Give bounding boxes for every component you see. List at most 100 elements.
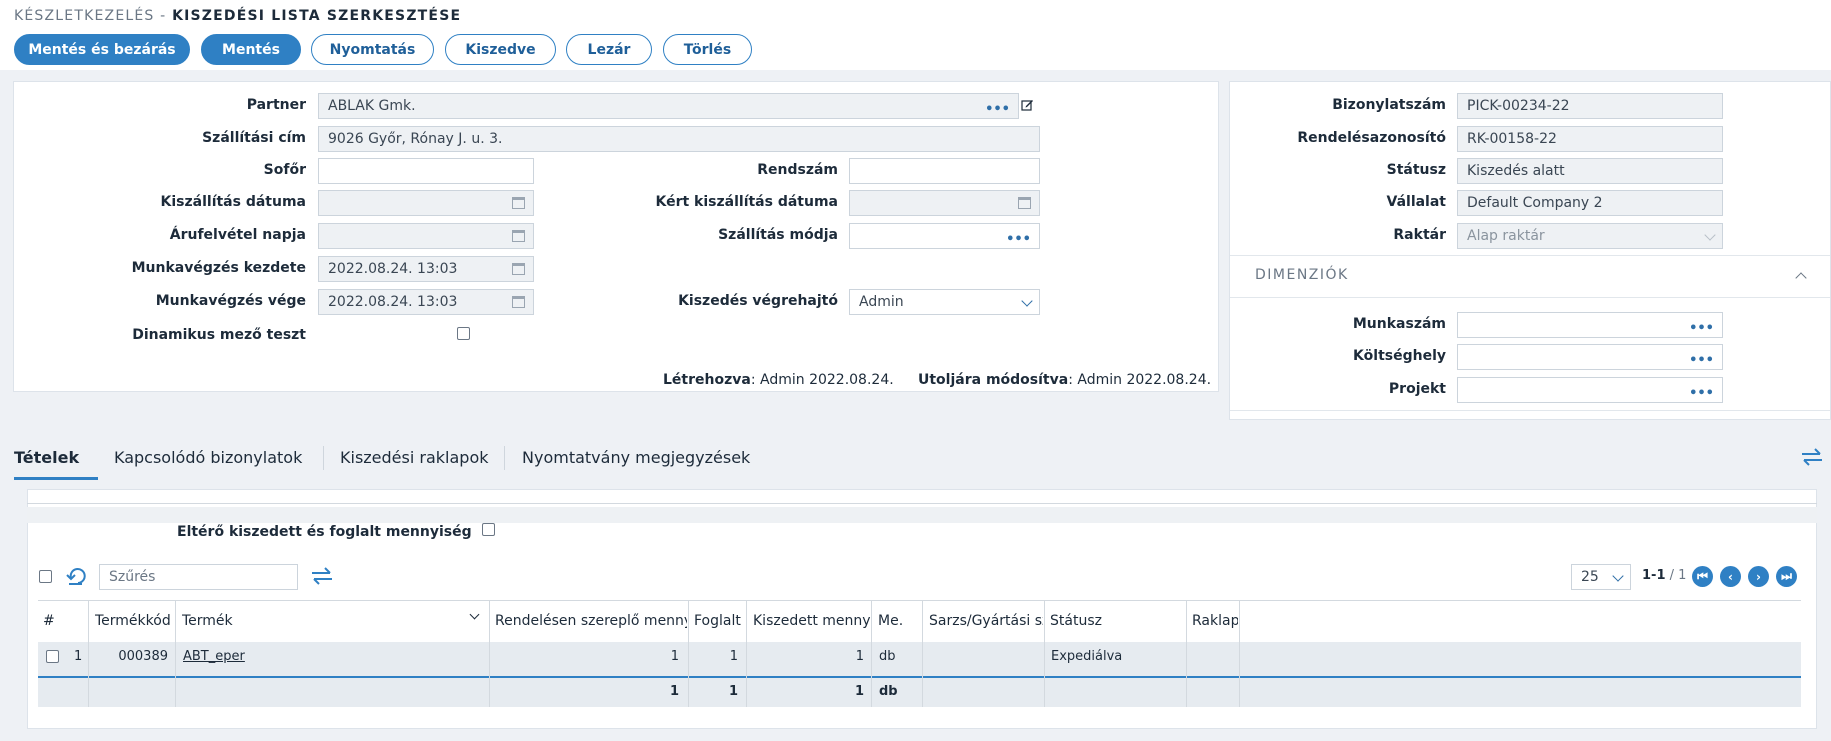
calendar-icon[interactable]	[512, 197, 525, 209]
more-dots-icon[interactable]: •••	[1689, 322, 1714, 335]
plate-label: Rendszám	[757, 162, 838, 178]
calendar-icon[interactable]	[512, 263, 525, 275]
job-input[interactable]: •••	[1457, 312, 1723, 338]
delete-button[interactable]: Törlés	[663, 34, 752, 65]
col-separator	[1239, 601, 1240, 707]
select-all-checkbox[interactable]	[39, 570, 52, 583]
page-size-value: 25	[1581, 569, 1599, 585]
partner-field[interactable]: ABLAK Gmk. •••	[318, 93, 1019, 119]
picked-button[interactable]: Kiszedve	[445, 34, 556, 65]
pager-range: 1-1	[1642, 568, 1666, 583]
project-label: Projekt	[1388, 381, 1446, 397]
calendar-icon[interactable]	[512, 296, 525, 308]
status-field: Kiszedés alatt	[1457, 158, 1723, 184]
doc-no-label: Bizonylatszám	[1332, 97, 1446, 113]
chevron-down-icon	[1704, 229, 1716, 241]
col-separator	[175, 601, 176, 707]
order-id-label: Rendelésazonosító	[1297, 130, 1446, 146]
total-unit: db	[879, 684, 898, 699]
requested-date-input[interactable]	[849, 190, 1040, 216]
col-pallet[interactable]: Raklap	[1192, 613, 1238, 629]
row-product-link[interactable]: ABT_eper	[183, 649, 245, 664]
work-end-label: Munkavégzés vége	[155, 293, 306, 309]
pickup-day-input[interactable]	[318, 223, 534, 249]
work-start-label: Munkavégzés kezdete	[131, 260, 306, 276]
calendar-icon[interactable]	[1018, 197, 1031, 209]
breadcrumb-parent[interactable]: KÉSZLETKEZELÉS -	[14, 8, 166, 24]
tab-related-documents[interactable]: Kapcsolódó bizonylatok	[114, 448, 302, 467]
col-batch[interactable]: Sarzs/Gyártási sz	[929, 613, 1043, 629]
save-button[interactable]: Mentés	[201, 34, 301, 65]
col-ordered-qty[interactable]: Rendelésen szereplő menny	[495, 613, 687, 629]
created-value: : Admin 2022.08.24.	[750, 372, 894, 388]
more-dots-icon[interactable]: •••	[1689, 387, 1714, 400]
active-tab-indicator	[14, 477, 98, 480]
delivery-date-input[interactable]	[318, 190, 534, 216]
company-label: Vállalat	[1386, 194, 1447, 210]
divider	[1230, 297, 1830, 298]
cost-center-label: Költséghely	[1353, 348, 1446, 364]
modified-value: : Admin 2022.08.24.	[1068, 372, 1212, 388]
work-start-input[interactable]: 2022.08.24. 13:03	[318, 256, 534, 282]
picker-value: Admin	[859, 294, 904, 310]
col-status[interactable]: Státusz	[1050, 613, 1102, 629]
last-page-button[interactable]: ⏭	[1776, 566, 1797, 587]
calendar-icon[interactable]	[512, 230, 525, 242]
job-label: Munkaszám	[1352, 316, 1446, 332]
pickup-day-label: Árufelvétel napja	[169, 227, 306, 243]
col-separator	[746, 601, 747, 707]
first-page-button[interactable]: ⏮	[1692, 566, 1713, 587]
address-label: Szállítási cím	[202, 130, 306, 146]
more-dots-icon[interactable]: •••	[1006, 233, 1031, 246]
table-row[interactable]	[38, 642, 1801, 676]
row-ordered: 1	[670, 649, 679, 664]
partner-label: Partner	[246, 97, 306, 113]
col-no[interactable]: #	[43, 613, 55, 629]
dynamic-field-checkbox[interactable]	[457, 327, 470, 340]
col-separator	[1186, 601, 1187, 707]
prev-page-button[interactable]: ‹	[1720, 566, 1741, 587]
edit-icon[interactable]	[1021, 98, 1034, 111]
page-size-select[interactable]: 25	[1571, 564, 1631, 590]
more-dots-icon[interactable]: •••	[1689, 354, 1714, 367]
grid-top-line	[38, 600, 1801, 601]
picker-select[interactable]: Admin	[849, 289, 1040, 315]
close-document-button[interactable]: Lezár	[566, 34, 652, 65]
shipping-mode-input[interactable]: •••	[849, 223, 1040, 249]
pager-total: / 1	[1669, 568, 1687, 583]
save-and-close-button[interactable]: Mentés és bezárás	[14, 34, 190, 65]
swap-arrows-icon[interactable]	[310, 566, 334, 586]
cost-center-input[interactable]: •••	[1457, 344, 1723, 370]
warehouse-select: Alap raktár	[1457, 223, 1723, 249]
col-reserved[interactable]: Foglalt	[694, 613, 744, 629]
refresh-icon[interactable]	[66, 566, 88, 586]
driver-input[interactable]	[318, 158, 534, 184]
col-product[interactable]: Termék	[182, 613, 233, 629]
more-dots-icon[interactable]: •••	[985, 103, 1010, 116]
next-page-button[interactable]: ›	[1748, 566, 1769, 587]
tab-separator	[504, 446, 505, 470]
col-unit[interactable]: Me.	[878, 613, 903, 629]
picker-label: Kiszedés végrehajtó	[678, 293, 838, 309]
page-title: KISZEDÉSI LISTA SZERKESZTÉSE	[172, 8, 462, 24]
col-separator	[871, 601, 872, 707]
swap-arrows-icon[interactable]	[1800, 447, 1824, 467]
address-field[interactable]: 9026 Győr, Rónay J. u. 3.	[318, 126, 1040, 152]
col-separator	[489, 601, 490, 707]
filter-input[interactable]: Szűrés	[99, 564, 298, 590]
total-picked: 1	[854, 684, 864, 699]
work-start-value: 2022.08.24. 13:03	[328, 261, 458, 277]
col-picked-qty[interactable]: Kiszedett menny	[753, 613, 871, 629]
tab-picking-pallets[interactable]: Kiszedési raklapok	[340, 448, 489, 467]
driver-label: Sofőr	[263, 162, 306, 178]
project-input[interactable]: •••	[1457, 377, 1723, 403]
tab-print-notes[interactable]: Nyomtatvány megjegyzések	[522, 448, 750, 467]
company-field: Default Company 2	[1457, 190, 1723, 216]
col-code[interactable]: Termékkód	[95, 613, 173, 629]
work-end-input[interactable]: 2022.08.24. 13:03	[318, 289, 534, 315]
row-checkbox[interactable]	[46, 650, 59, 663]
plate-input[interactable]	[849, 158, 1040, 184]
diff-qty-checkbox[interactable]	[482, 523, 495, 536]
tab-items[interactable]: Tételek	[14, 448, 79, 467]
print-button[interactable]: Nyomtatás	[311, 34, 434, 65]
